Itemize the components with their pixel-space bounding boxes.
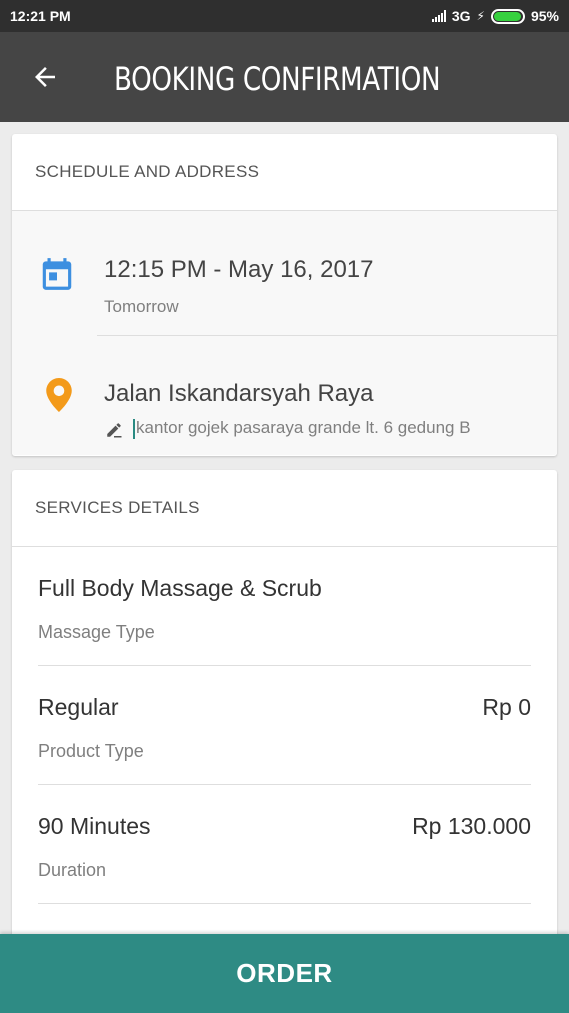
network-type: 3G [451, 8, 471, 24]
back-arrow-icon[interactable] [30, 62, 60, 92]
service-label: Product Type [38, 741, 144, 761]
charging-icon: ⚡ [476, 9, 485, 23]
address-note-text: kantor gojek pasaraya grande lt. 6 gedun… [136, 418, 471, 437]
service-value: Full Body Massage & Scrub [38, 575, 322, 601]
service-divider [38, 784, 531, 785]
signal-icon [431, 10, 446, 22]
status-indicators: 3G ⚡ 95% [431, 8, 559, 24]
service-price: Rp 0 [482, 694, 531, 720]
page-title: BOOKING CONFIRMATION [114, 60, 441, 98]
service-price: Rp 130.000 [412, 813, 531, 839]
schedule-divider [97, 335, 557, 336]
schedule-body: 12:15 PM - May 16, 2017 Tomorrow Jalan I… [12, 211, 557, 455]
service-row-massage-type[interactable]: Full Body Massage & Scrub Massage Type [38, 575, 531, 643]
schedule-card: SCHEDULE AND ADDRESS 12:15 PM - May 16, … [12, 134, 557, 456]
battery-icon [490, 8, 525, 24]
battery-percent: 95% [530, 8, 559, 24]
service-row-duration[interactable]: 90 Minutes Duration Rp 130.000 [38, 813, 531, 881]
service-divider [38, 903, 531, 904]
battery-level-fill [493, 11, 521, 21]
order-button[interactable]: ORDER [0, 934, 569, 1013]
status-bar: 12:21 PM 3G ⚡ 95% [0, 0, 569, 32]
status-time: 12:21 PM [10, 8, 71, 24]
schedule-datetime[interactable]: 12:15 PM - May 16, 2017 [104, 256, 373, 284]
schedule-header: SCHEDULE AND ADDRESS [12, 134, 557, 211]
service-label: Massage Type [38, 622, 155, 642]
schedule-relative-day: Tomorrow [104, 297, 179, 316]
service-value: Regular [38, 694, 119, 720]
address-main[interactable]: Jalan Iskandarsyah Raya [104, 380, 373, 408]
services-card: SERVICES DETAILS Full Body Massage & Scr… [12, 470, 557, 940]
service-divider [38, 665, 531, 666]
app-bar: BOOKING CONFIRMATION [0, 32, 569, 122]
location-pin-icon [46, 378, 72, 412]
text-cursor [133, 418, 135, 439]
pencil-icon [107, 423, 122, 438]
service-label: Duration [38, 860, 107, 880]
services-header: SERVICES DETAILS [12, 470, 557, 547]
address-note-field[interactable]: kantor gojek pasaraya grande lt. 6 gedun… [133, 418, 471, 439]
service-row-product-type[interactable]: Regular Product Type Rp 0 [38, 694, 531, 762]
calendar-icon [42, 258, 72, 290]
